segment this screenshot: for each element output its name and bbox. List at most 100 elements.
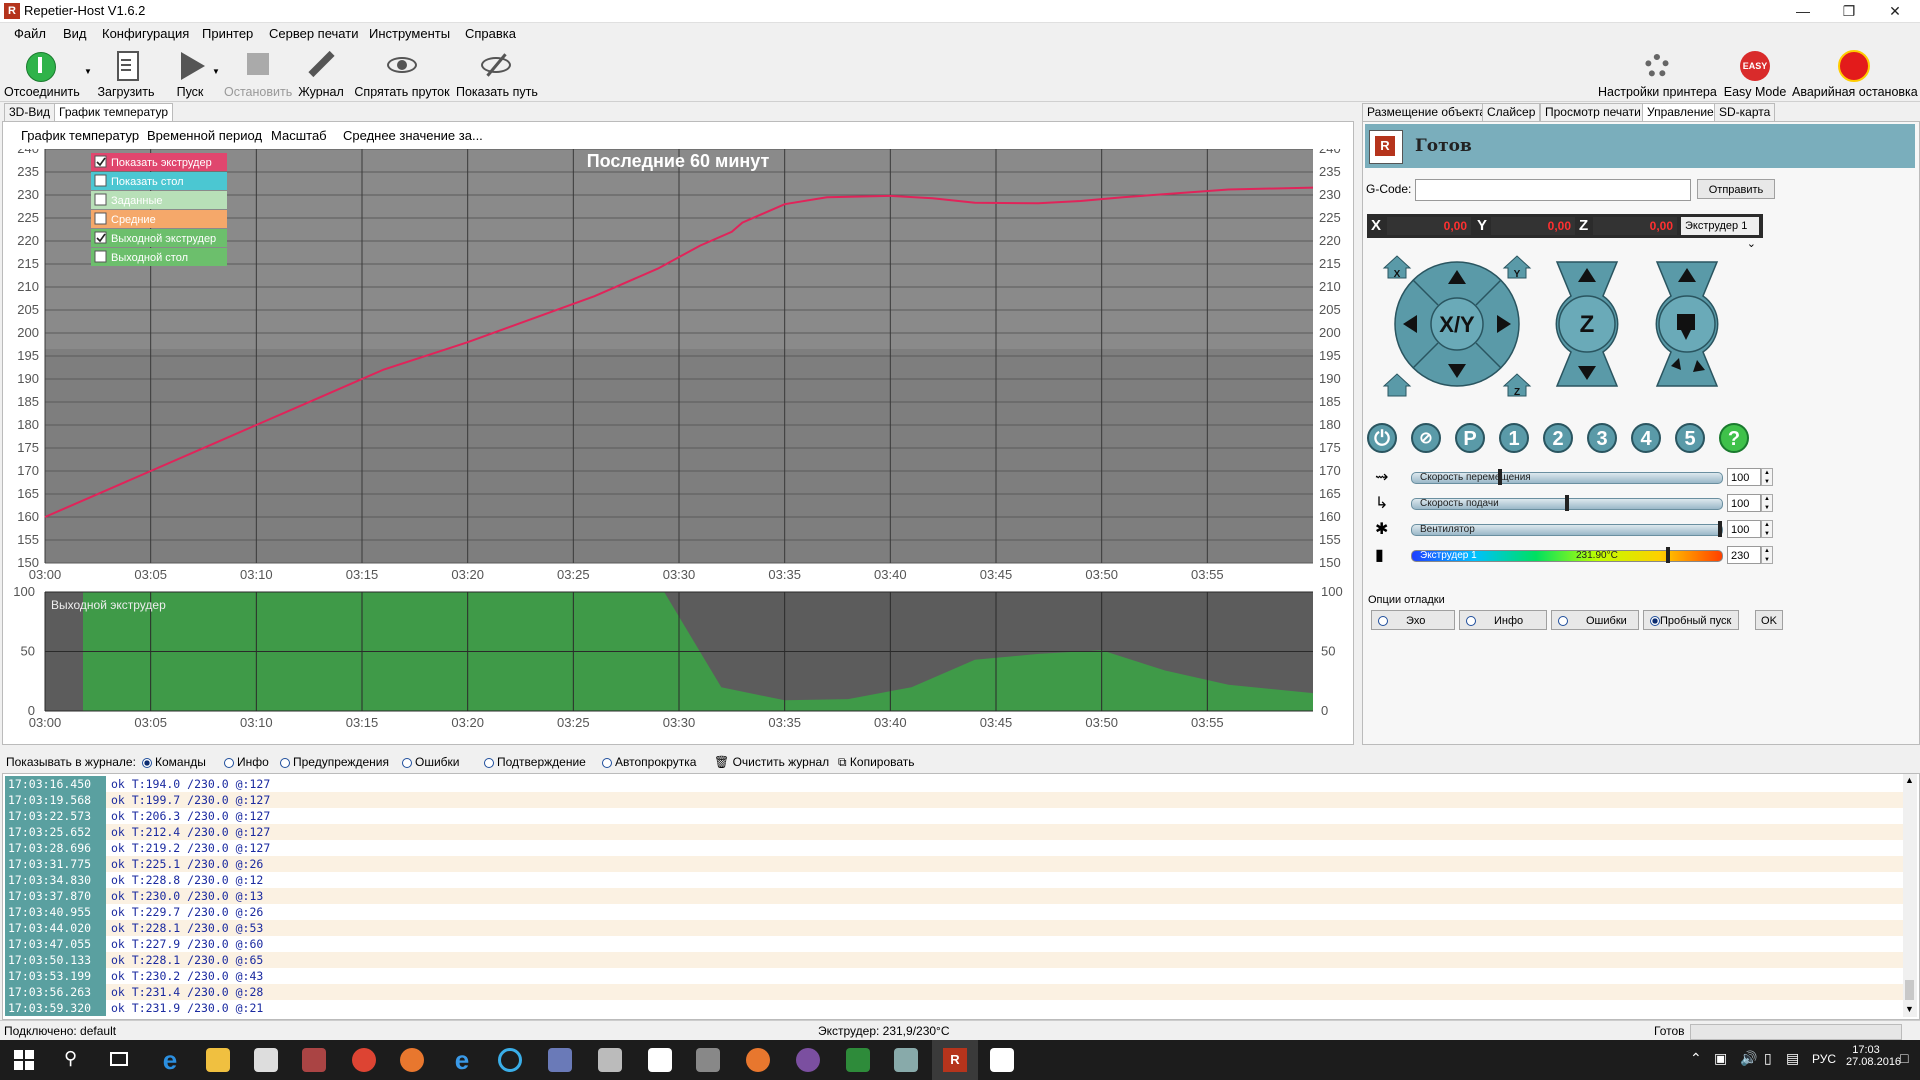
menu-view[interactable]: Вид: [63, 26, 87, 41]
home-all-icon[interactable]: [1382, 373, 1412, 397]
clear-log-button[interactable]: 🗑 Очистить журнал: [714, 755, 829, 769]
preset-1-button[interactable]: 1: [1499, 423, 1529, 453]
language-indicator[interactable]: РУС: [1812, 1052, 1836, 1066]
app-icon-3[interactable]: [598, 1048, 622, 1072]
log-filter-5[interactable]: Автопрокрутка: [602, 755, 696, 769]
subtab-time-period[interactable]: Временной период: [147, 128, 262, 143]
disconnect-button[interactable]: Отсоединить: [4, 49, 80, 99]
start-dropdown-icon[interactable]: ▼: [212, 67, 220, 76]
maximize-button[interactable]: ❐: [1826, 0, 1872, 22]
battery-icon[interactable]: ▯: [1764, 1050, 1772, 1067]
tray-chevron-icon[interactable]: ⌃: [1690, 1050, 1702, 1067]
power-button[interactable]: ⏻: [1367, 423, 1397, 453]
stop-button[interactable]: Остановить: [224, 49, 292, 99]
log-list[interactable]: 17:03:16.450 ok T:194.0 /230.0 @:127 17:03…: [2, 773, 1920, 1020]
close-button[interactable]: ✕: [1872, 0, 1918, 22]
spin-arrows[interactable]: ▲ ▼: [1761, 494, 1773, 512]
slider-value-input[interactable]: 230: [1727, 546, 1761, 564]
printer-settings-button[interactable]: Настройки принтера: [1598, 49, 1717, 99]
subtab-scale[interactable]: Масштаб: [271, 128, 327, 143]
tab-object-placement[interactable]: Размещение объекта: [1362, 103, 1492, 121]
preset-2-button[interactable]: 2: [1543, 423, 1573, 453]
slider-value-input[interactable]: 100: [1727, 494, 1761, 512]
subtab-temperature-graph[interactable]: График температур: [21, 128, 139, 143]
preset-5-button[interactable]: 5: [1675, 423, 1705, 453]
menu-tools[interactable]: Инструменты: [369, 26, 450, 41]
ie-icon[interactable]: e: [450, 1047, 474, 1073]
log-button[interactable]: Журнал: [296, 49, 346, 99]
tab-control[interactable]: Управление: [1642, 103, 1719, 122]
subtab-average[interactable]: Среднее значение за...: [343, 128, 483, 143]
extruder-select[interactable]: Экструдер 1 ⌄: [1681, 217, 1759, 250]
firefox-2-icon[interactable]: [746, 1048, 770, 1072]
emergency-stop-button[interactable]: Аварийная остановка: [1792, 49, 1918, 99]
app-icon-1[interactable]: [302, 1048, 326, 1072]
tab-sd-card[interactable]: SD-карта: [1714, 103, 1776, 121]
tab-3d-view[interactable]: 3D-Вид: [4, 103, 56, 121]
copy-log-button[interactable]: ⧉ Копировать: [838, 755, 915, 770]
cura-icon[interactable]: [498, 1048, 522, 1072]
debug-option-2[interactable]: Ошибки: [1551, 610, 1639, 630]
slider-value-input[interactable]: 100: [1727, 520, 1761, 538]
easy-mode-button[interactable]: EASY Easy Mode: [1722, 49, 1788, 99]
slider-thumb[interactable]: [1497, 469, 1502, 485]
slider-track[interactable]: Вентилятор: [1411, 521, 1723, 537]
app-icon-5[interactable]: [846, 1048, 870, 1072]
search-icon[interactable]: ⚲: [64, 1048, 77, 1069]
show-path-button[interactable]: Показать путь: [456, 49, 538, 99]
debug-option-1[interactable]: Инфо: [1459, 610, 1547, 630]
home-y-icon[interactable]: Y: [1502, 255, 1532, 280]
log-filter-4[interactable]: Подтверждение: [484, 755, 586, 769]
minimize-button[interactable]: —: [1780, 0, 1826, 22]
menu-config[interactable]: Конфигурация: [102, 26, 189, 41]
disconnect-dropdown-icon[interactable]: ▼: [84, 67, 92, 76]
menu-help[interactable]: Справка: [465, 26, 516, 41]
park-button[interactable]: P: [1455, 423, 1485, 453]
spin-arrows[interactable]: ▲ ▼: [1761, 468, 1773, 486]
start-button-icon[interactable]: [14, 1050, 34, 1070]
start-button[interactable]: Пуск: [170, 49, 210, 99]
z-jog-control[interactable]: Z: [1555, 261, 1619, 387]
network-icon[interactable]: ▣: [1714, 1050, 1727, 1067]
preset-3-button[interactable]: 3: [1587, 423, 1617, 453]
log-filter-0[interactable]: Команды: [142, 755, 206, 769]
log-filter-1[interactable]: Инфо: [224, 755, 269, 769]
photos-icon[interactable]: [990, 1048, 1014, 1072]
hide-filament-button[interactable]: Спрятать пруток: [354, 49, 450, 99]
debug-option-3[interactable]: Пробный пуск: [1643, 610, 1739, 630]
clock[interactable]: 17:03 27.08.2016: [1846, 1044, 1901, 1068]
help-button[interactable]: ?: [1719, 423, 1749, 453]
menu-file[interactable]: Файл: [14, 26, 46, 41]
home-x-icon[interactable]: X: [1382, 255, 1412, 280]
viber-icon[interactable]: [796, 1048, 820, 1072]
store-icon[interactable]: [254, 1048, 278, 1072]
slider-track[interactable]: Скорость подачи: [1411, 495, 1723, 511]
app-icon-2[interactable]: [548, 1048, 572, 1072]
load-button[interactable]: Загрузить: [96, 49, 156, 99]
log-scrollbar[interactable]: ▲ ▼: [1903, 774, 1917, 1017]
send-gcode-button[interactable]: Отправить: [1697, 179, 1775, 199]
slider-thumb[interactable]: [1565, 495, 1569, 511]
app-icon-6[interactable]: [894, 1048, 918, 1072]
volume-icon[interactable]: 🔊: [1740, 1050, 1757, 1067]
tab-print-preview[interactable]: Просмотр печати: [1540, 103, 1646, 121]
spin-arrows[interactable]: ▲ ▼: [1761, 546, 1773, 564]
app-icon-4[interactable]: [696, 1048, 720, 1072]
menu-print-server[interactable]: Сервер печати: [269, 26, 358, 41]
motors-off-button[interactable]: ⊘: [1411, 423, 1441, 453]
menu-printer[interactable]: Принтер: [202, 26, 253, 41]
edge-icon[interactable]: e: [158, 1047, 182, 1073]
tab-temperature-graph[interactable]: График температур: [54, 103, 174, 122]
log-filter-3[interactable]: Ошибки: [402, 755, 460, 769]
gcode-input[interactable]: [1415, 179, 1691, 201]
debug-ok-button[interactable]: OK: [1755, 610, 1783, 630]
extruder-jog-control[interactable]: [1655, 261, 1719, 387]
task-view-icon[interactable]: [110, 1052, 128, 1066]
debug-option-0[interactable]: Эхо: [1371, 610, 1455, 630]
firefox-icon[interactable]: [400, 1048, 424, 1072]
explorer-icon[interactable]: [206, 1048, 230, 1072]
spin-arrows[interactable]: ▲ ▼: [1761, 520, 1773, 538]
log-filter-2[interactable]: Предупреждения: [280, 755, 389, 769]
slider-thumb[interactable]: [1665, 547, 1670, 563]
message-icon[interactable]: ▤: [1786, 1050, 1799, 1067]
